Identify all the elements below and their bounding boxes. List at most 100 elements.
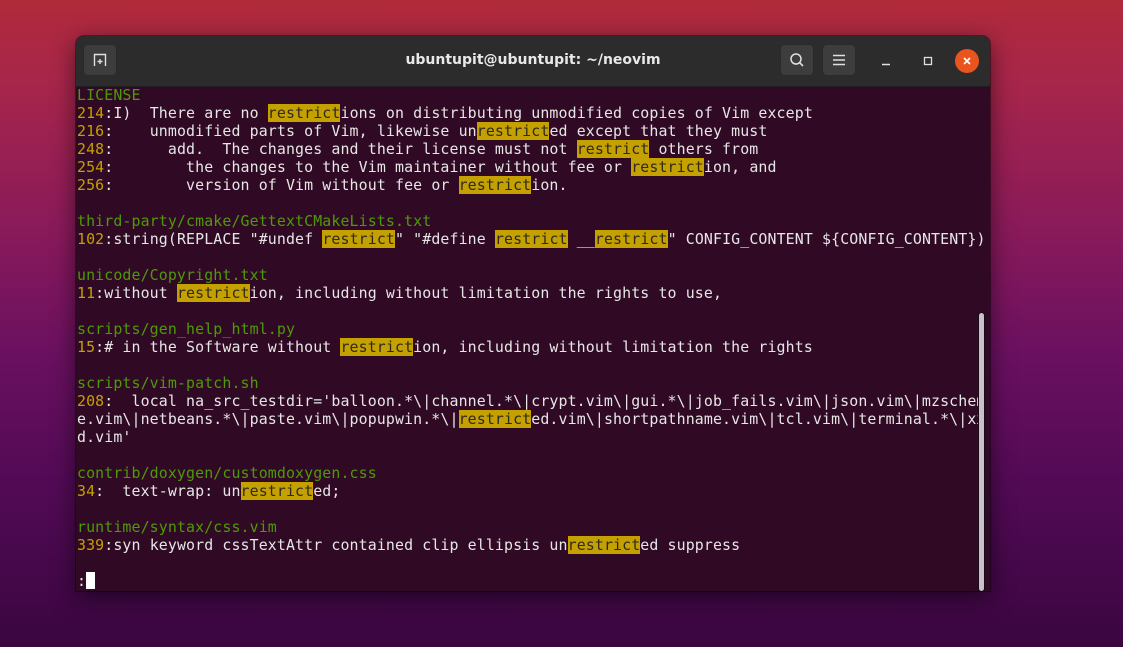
- file-path: scripts/vim-patch.sh: [77, 374, 259, 392]
- close-icon: [961, 52, 973, 71]
- line-text: : the changes to the Vim maintainer with…: [104, 158, 632, 176]
- close-button[interactable]: [955, 49, 979, 73]
- terminal-line: runtime/syntax/css.vim: [77, 518, 977, 536]
- line-number: 102: [77, 230, 105, 248]
- search-match: restrict: [631, 158, 704, 176]
- title-bar[interactable]: ubuntupit@ubuntupit: ~/neovim: [76, 36, 990, 87]
- line-text: d.vim': [77, 428, 132, 446]
- line-text: : local na_src_testdir='balloon.*\|chann…: [104, 392, 986, 410]
- line-text: :string(REPLACE "#undef: [104, 230, 323, 248]
- minimize-icon: [880, 52, 892, 71]
- line-number: 248: [77, 140, 105, 158]
- line-text: : version of Vim without fee or: [104, 176, 459, 194]
- terminal-line: :: [77, 572, 977, 590]
- terminal-line: 11:without restriction, including withou…: [77, 284, 977, 302]
- file-path: third-party/cmake/GettextCMakeLists.txt: [77, 212, 432, 230]
- maximize-icon: [922, 52, 934, 71]
- line-number: 254: [77, 158, 105, 176]
- line-text: :I) There are no: [104, 104, 268, 122]
- text-cursor: [86, 572, 96, 589]
- search-match: restrict: [340, 338, 414, 356]
- scrollbar-thumb[interactable]: [979, 313, 984, 591]
- line-text: :syn keyword cssTextAttr contained clip …: [104, 536, 568, 554]
- search-match: restrict: [476, 122, 550, 140]
- search-match: restrict: [176, 284, 250, 302]
- terminal-line: scripts/vim-patch.sh: [77, 374, 977, 392]
- terminal-line: 256: version of Vim without fee or restr…: [77, 176, 977, 194]
- terminal-line: 254: the changes to the Vim maintainer w…: [77, 158, 977, 176]
- terminal-line: 102:string(REPLACE "#undef restrict" "#d…: [77, 230, 985, 248]
- terminal-line: d.vim': [77, 428, 977, 446]
- line-number: 339: [77, 536, 105, 554]
- terminal-line: contrib/doxygen/customdoxygen.css: [77, 464, 977, 482]
- terminal-line: e.vim\|netbeans.*\|paste.vim\|popupwin.*…: [77, 410, 985, 428]
- line-text: ed.vim\|shortpathname.vim\|tcl.vim\|term…: [531, 410, 986, 428]
- line-text: ion, and: [703, 158, 777, 176]
- search-icon: [789, 52, 805, 68]
- search-match: restrict: [240, 482, 314, 500]
- terminal-window: ubuntupit@ubuntupit: ~/neovim LICENSE 21…: [76, 36, 990, 591]
- terminal-line: third-party/cmake/GettextCMakeLists.txt: [77, 212, 977, 230]
- terminal-line: scripts/gen_help_html.py: [77, 320, 977, 338]
- line-text: ed;: [313, 482, 341, 500]
- line-text: __: [567, 230, 595, 248]
- file-path: scripts/gen_help_html.py: [77, 320, 296, 338]
- line-text: : unmodified parts of Vim, likewise un: [104, 122, 477, 140]
- line-text: ed except that they must: [549, 122, 768, 140]
- line-text: " CONFIG_CONTENT ${CONFIG_CONTENT}): [667, 230, 986, 248]
- new-tab-icon: [92, 52, 108, 68]
- line-text: : add. The changes and their license mus…: [104, 140, 577, 158]
- new-tab-button[interactable]: [83, 44, 117, 76]
- line-number: 216: [77, 122, 105, 140]
- line-text: others from: [649, 140, 759, 158]
- search-match: restrict: [567, 536, 641, 554]
- terminal-line: 248: add. The changes and their license …: [77, 140, 977, 158]
- line-text: :: [77, 572, 87, 590]
- terminal-line: 214:I) There are no restrictions on dist…: [77, 104, 977, 122]
- file-path: unicode/Copyright.txt: [77, 266, 268, 284]
- search-match: restrict: [494, 230, 568, 248]
- terminal-line: 34: text-wrap: unrestricted;: [77, 482, 977, 500]
- terminal-line: 208: local na_src_testdir='balloon.*\|ch…: [77, 392, 985, 410]
- search-match: restrict: [458, 176, 532, 194]
- line-number: 11: [77, 284, 96, 302]
- line-text: :# in the Software without: [95, 338, 341, 356]
- search-button[interactable]: [780, 44, 814, 76]
- terminal-output[interactable]: LICENSE 214:I) There are no restrictions …: [76, 86, 985, 591]
- terminal-line: LICENSE: [77, 86, 977, 104]
- scrollbar[interactable]: [977, 86, 987, 591]
- menu-button[interactable]: [822, 44, 856, 76]
- line-text: ions on distributing unmodified copies o…: [340, 104, 813, 122]
- terminal-line: 339:syn keyword cssTextAttr contained cl…: [77, 536, 977, 554]
- minimize-button[interactable]: [874, 49, 898, 73]
- line-number: 15: [77, 338, 96, 356]
- line-number: 214: [77, 104, 105, 122]
- file-path: LICENSE: [77, 86, 141, 104]
- line-text: ed suppress: [640, 536, 741, 554]
- line-text: ion, including without limitation the ri…: [249, 284, 723, 302]
- terminal-line: 15:# in the Software without restriction…: [77, 338, 977, 356]
- search-match: restrict: [458, 410, 532, 428]
- search-match: restrict: [267, 104, 341, 122]
- line-text: " "#define: [395, 230, 495, 248]
- line-text: e.vim\|netbeans.*\|paste.vim\|popupwin.*…: [77, 410, 459, 428]
- file-path: runtime/syntax/css.vim: [77, 518, 277, 536]
- line-number: 34: [77, 482, 96, 500]
- line-number: 208: [77, 392, 105, 410]
- line-text: ion.: [531, 176, 568, 194]
- line-text: :without: [95, 284, 177, 302]
- terminal-line: 216: unmodified parts of Vim, likewise u…: [77, 122, 977, 140]
- maximize-button[interactable]: [916, 49, 940, 73]
- line-text: ion, including without limitation the ri…: [413, 338, 813, 356]
- search-match: restrict: [594, 230, 668, 248]
- terminal-line: unicode/Copyright.txt: [77, 266, 977, 284]
- search-match: restrict: [322, 230, 395, 248]
- search-match: restrict: [576, 140, 650, 158]
- hamburger-menu-icon: [832, 54, 846, 66]
